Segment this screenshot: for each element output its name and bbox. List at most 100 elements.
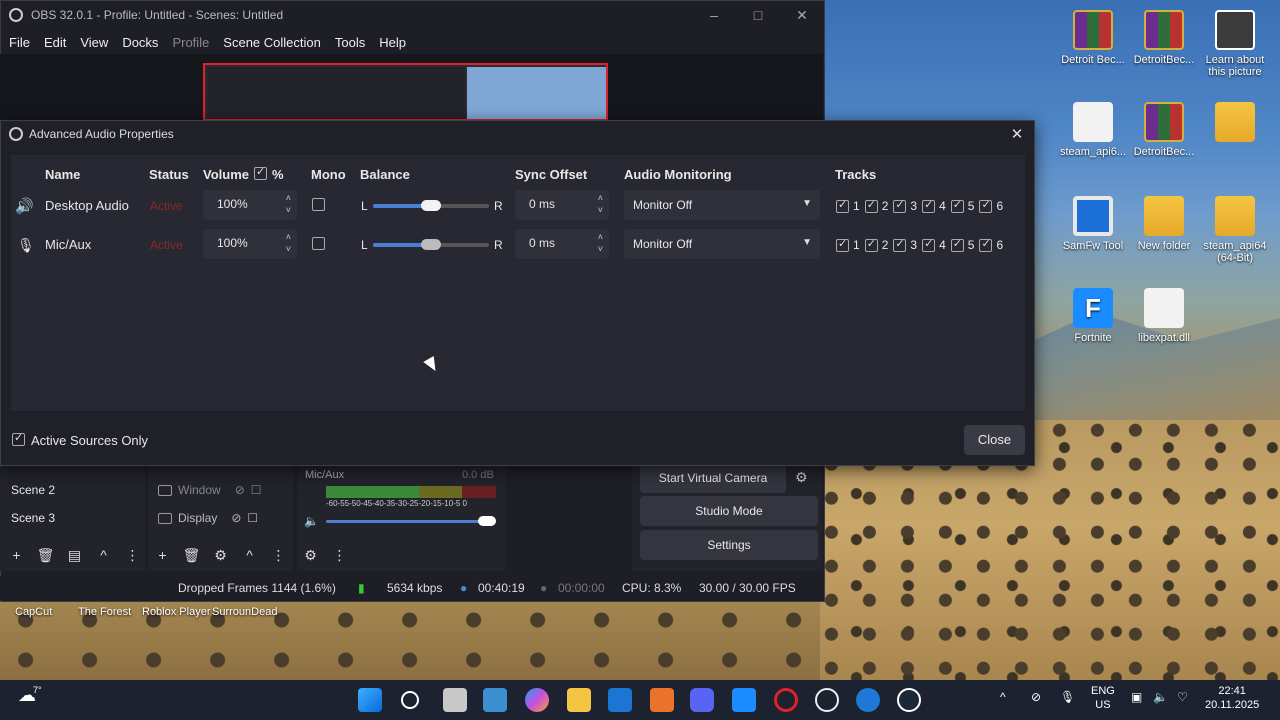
language-indicator[interactable]: ENG US — [1091, 684, 1115, 712]
volume-icon[interactable]: 🔈 — [1153, 690, 1168, 704]
spin-arrows-icon[interactable]: ˄ ˅ — [286, 192, 291, 216]
balance-slider-knob[interactable] — [421, 239, 441, 250]
add-icon[interactable]: + — [148, 547, 177, 564]
desktop-icon-steam-api[interactable]: steam_api6... — [1057, 102, 1129, 158]
menu-help[interactable]: Help — [379, 35, 413, 50]
desktop-icon-fortnite[interactable]: F Fortnite — [1057, 288, 1129, 344]
audio-monitoring-select[interactable]: Monitor Off ▼ — [624, 229, 820, 259]
eye-icon[interactable]: ⊘ — [235, 483, 245, 497]
copilot-icon[interactable] — [525, 688, 549, 712]
close-icon[interactable]: ✕ — [780, 7, 824, 24]
chevron-up-icon[interactable]: ^ — [1000, 690, 1006, 704]
track-checkbox[interactable]: 6 — [979, 198, 1003, 213]
desktop-icon-steam-api64[interactable]: steam_api64 (64-Bit) — [1199, 196, 1271, 264]
settings-button[interactable]: Settings — [640, 530, 818, 560]
volume-percent-checkbox[interactable] — [254, 165, 267, 180]
desktop-icon-samfw[interactable]: SamFw Tool — [1057, 196, 1129, 252]
speaker-icon[interactable]: 🔈 — [304, 514, 319, 528]
task-view-icon[interactable] — [443, 688, 467, 712]
spin-arrows-icon[interactable]: ˄ ˅ — [598, 192, 603, 216]
desktop-icon-learn[interactable]: Learn about this picture — [1199, 10, 1271, 78]
battery-icon[interactable]: ♡ — [1177, 690, 1188, 704]
source-item[interactable]: Window ⊘ ☐ — [158, 483, 262, 497]
display-icon[interactable]: ▣ — [1131, 690, 1142, 704]
desktop-icon-new-folder[interactable]: New folder — [1128, 196, 1200, 252]
trash-icon[interactable]: 🗑 — [31, 547, 60, 564]
volume-slider-knob[interactable] — [478, 516, 496, 526]
advanced-audio-icon[interactable]: ⚙ — [296, 547, 325, 564]
spin-arrows-icon[interactable]: ˄ ˅ — [598, 231, 603, 255]
menu-edit[interactable]: Edit — [44, 35, 73, 50]
maximize-icon[interactable]: □ — [736, 7, 780, 24]
app-icon[interactable] — [650, 688, 674, 712]
obs-icon[interactable] — [815, 688, 839, 712]
desktop-icon-detroit-2[interactable]: DetroitBec... — [1128, 10, 1200, 66]
fortnite-icon[interactable] — [732, 688, 756, 712]
close-icon[interactable]: ✕ — [1008, 125, 1026, 143]
start-icon[interactable] — [358, 688, 382, 712]
start-virtual-camera-button[interactable]: Start Virtual Camera — [640, 463, 786, 493]
menu-docks[interactable]: Docks — [122, 35, 165, 50]
scene-item[interactable]: Scene 3 — [11, 511, 55, 525]
store-icon[interactable] — [483, 688, 507, 712]
track-checkbox[interactable]: 2 — [864, 198, 888, 213]
track-checkbox[interactable]: 4 — [922, 237, 946, 252]
gear-icon[interactable]: ⚙ — [795, 469, 808, 486]
preview-canvas[interactable] — [203, 63, 608, 121]
volume-slider[interactable] — [326, 520, 496, 523]
filter-icon[interactable]: ▤ — [60, 547, 89, 564]
minimize-icon[interactable]: – — [692, 7, 736, 24]
desktop-icon-detroit-1[interactable]: Detroit Bec... — [1057, 10, 1129, 66]
menu-profile[interactable]: Profile — [172, 35, 216, 50]
active-sources-only-checkbox[interactable] — [12, 431, 25, 446]
desktop-icon-detroit-3[interactable]: DetroitBec... — [1128, 102, 1200, 158]
track-checkbox[interactable]: 5 — [950, 237, 974, 252]
track-checkbox[interactable]: 2 — [864, 237, 888, 252]
scene-item[interactable]: Scene 2 — [11, 483, 55, 497]
close-button[interactable]: Close — [964, 425, 1025, 455]
track-checkbox[interactable]: 1 — [836, 198, 860, 213]
desktop-icon-libexpat[interactable]: libexpat.dll — [1128, 288, 1200, 344]
track-checkbox[interactable]: 4 — [922, 198, 946, 213]
more-icon[interactable]: ⋮ — [118, 547, 147, 564]
spin-arrows-icon[interactable]: ˄ ˅ — [286, 231, 291, 255]
clock[interactable]: 22:41 20.11.2025 — [1205, 684, 1259, 712]
volume-spinbox[interactable]: 100% ˄ ˅ — [203, 190, 297, 220]
network-icon[interactable]: ⊘ — [1031, 690, 1041, 704]
volume-spinbox[interactable]: 100% ˄ ˅ — [203, 229, 297, 259]
more-icon[interactable]: ⋮ — [325, 547, 354, 564]
opera-icon[interactable] — [774, 688, 798, 712]
track-checkbox[interactable]: 5 — [950, 198, 974, 213]
chevron-up-icon[interactable]: ^ — [89, 547, 118, 564]
discord-icon[interactable] — [690, 688, 714, 712]
track-checkbox[interactable]: 1 — [836, 237, 860, 252]
menu-scene-collection[interactable]: Scene Collection — [223, 35, 328, 50]
search-icon[interactable] — [401, 691, 419, 709]
microphone-icon[interactable]: 🎙 — [1060, 690, 1075, 704]
audio-monitoring-select[interactable]: Monitor Off ▼ — [624, 190, 820, 220]
lock-icon[interactable]: ☐ — [247, 511, 258, 525]
more-icon[interactable]: ⋮ — [264, 547, 293, 564]
file-explorer-icon[interactable] — [567, 688, 591, 712]
chevron-up-icon[interactable]: ^ — [235, 547, 264, 564]
gear-icon[interactable]: ⚙ — [206, 547, 235, 564]
outlook-icon[interactable] — [608, 688, 632, 712]
mono-checkbox[interactable] — [312, 198, 325, 211]
trash-icon[interactable]: 🗑 — [177, 547, 206, 564]
source-item[interactable]: Display ⊘ ☐ — [158, 511, 258, 525]
lock-icon[interactable]: ☐ — [251, 483, 262, 497]
menu-tools[interactable]: Tools — [335, 35, 372, 50]
track-checkbox[interactable]: 3 — [893, 237, 917, 252]
active-sources-only-label[interactable]: Active Sources Only — [31, 433, 148, 448]
menu-file[interactable]: File — [9, 35, 37, 50]
sync-offset-spinbox[interactable]: 0 ms ˄ ˅ — [515, 229, 609, 259]
steam-icon[interactable] — [897, 688, 921, 712]
eye-icon[interactable]: ⊘ — [231, 511, 241, 525]
add-icon[interactable]: + — [2, 547, 31, 564]
track-checkbox[interactable]: 3 — [893, 198, 917, 213]
balance-slider-knob[interactable] — [421, 200, 441, 211]
edge-icon[interactable] — [856, 688, 880, 712]
track-checkbox[interactable]: 6 — [979, 237, 1003, 252]
menu-view[interactable]: View — [80, 35, 115, 50]
desktop-icon-folder[interactable] — [1199, 102, 1271, 146]
